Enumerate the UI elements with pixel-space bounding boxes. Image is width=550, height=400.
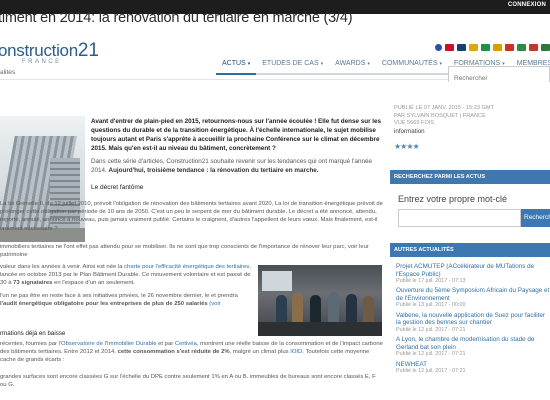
ioid-link[interactable]: IOID — [290, 349, 302, 355]
paragraph-6: grandes surfaces sont encore classées G … — [0, 374, 376, 389]
author-line[interactable]: PAR SYLVAIN BOSQUET | FRANCE — [394, 113, 494, 121]
flag-ro-icon[interactable] — [505, 44, 514, 51]
charte-link[interactable]: charte pour l'efficacité énergétique des… — [124, 264, 249, 270]
category-info[interactable]: information — [394, 128, 494, 136]
paragraph-4: l'un ne pas être en reste face à ses ini… — [0, 293, 238, 308]
logo-number: 21 — [77, 40, 99, 61]
news-title-link[interactable]: Valbene, la nouvelle application de Suez… — [396, 312, 550, 327]
news-date: Publié le 12 juil. 2017 - 07:21 — [396, 326, 466, 333]
flag-eu-icon[interactable] — [435, 44, 442, 51]
rating-stars[interactable]: ★★★★ — [394, 142, 420, 151]
flag-lt-icon[interactable] — [517, 44, 526, 51]
certivea-link[interactable]: Certivéa — [175, 341, 197, 347]
article-intro: Avant d'entrer de plain-pied en 2015, re… — [91, 118, 382, 152]
flag-dz-icon[interactable] — [541, 44, 550, 51]
site-logo[interactable]: onstruction21 FRANCE — [0, 40, 99, 65]
flag-fr-icon[interactable] — [445, 44, 454, 51]
section-heading-decret: Le décret fantôme — [91, 184, 144, 191]
search-news-heading: RECHERCHEZ PARMI LES ACTUS — [390, 170, 550, 184]
flag-de-icon[interactable] — [493, 44, 502, 51]
view-count: VUE 5669 FOIS — [394, 120, 435, 126]
paragraph-3: valeur dans les années à venir. Ainsi es… — [0, 264, 251, 287]
connexion-link[interactable]: CONNEXION — [508, 2, 546, 8]
news-title-link[interactable]: NEWHEAT — [396, 361, 550, 369]
article-series-note: Dans cette série d'articles, Constructio… — [91, 158, 373, 174]
header-search — [448, 66, 550, 86]
flag-ma-icon[interactable] — [529, 44, 538, 51]
logo-subtitle: FRANCE — [22, 59, 62, 65]
article-title: timent en 2014: la rénovation du tertiai… — [0, 10, 353, 26]
news-item[interactable]: A Lyon, le chambre de modernisation du s… — [396, 336, 550, 358]
news-title-link[interactable]: Projet ACMUTEP (ACcélérateur de MUTation… — [396, 263, 550, 278]
news-item[interactable]: Ouverture du 5ème Symposium Africain du … — [396, 287, 550, 309]
flag-es-icon[interactable] — [469, 44, 478, 51]
article-meta: PUBLIÉ LE 07 JANV. 2015 - 15:23 GMT PAR … — [394, 105, 494, 135]
breadcrumb[interactable]: alites — [0, 69, 15, 76]
flag-it-icon[interactable] — [481, 44, 490, 51]
news-date: Publié le 13 juil. 2017 - 00:00 — [396, 302, 466, 309]
flag-en-icon[interactable] — [457, 44, 466, 51]
paragraph-1: La loi Grenelle II, du 12 juillet 2010, … — [0, 201, 383, 232]
language-flags — [435, 44, 550, 51]
search-input[interactable] — [449, 71, 549, 86]
publish-date: PUBLIÉ LE 07 JANV. 2015 - 15:23 GMT — [394, 105, 494, 111]
search-button[interactable]: Recherche — [521, 209, 550, 227]
article-photo-meeting — [258, 265, 382, 336]
news-item[interactable]: Valbene, la nouvelle application de Suez… — [396, 312, 550, 334]
logo-name: onstruction — [0, 41, 78, 60]
news-item[interactable]: NEWHEAT Publié le 12 juil. 2017 - 07:21 — [396, 361, 550, 376]
news-title-link[interactable]: Ouverture du 5ème Symposium Africain du … — [396, 287, 550, 302]
news-date: Publié le 17 juil. 2017 - 07:13 — [396, 278, 466, 284]
other-news-heading: AUTRES ACTUALITÉS — [390, 243, 550, 257]
news-item[interactable]: Projet ACMUTEP (ACcélérateur de MUTation… — [396, 263, 550, 285]
observatoire-link[interactable]: l'Observatoire de l'Immobilier Durable — [59, 341, 157, 347]
keyword-input[interactable] — [398, 209, 521, 227]
news-date: Publié le 12 juil. 2017 - 07:21 — [396, 368, 466, 375]
voir-link[interactable]: (voir — [208, 301, 220, 307]
paragraph-5: récentes, fournies par l'Observatoire de… — [0, 341, 383, 364]
news-title-link[interactable]: A Lyon, le chambre de modernisation du s… — [396, 336, 550, 351]
news-list: Projet ACMUTEP (ACcélérateur de MUTation… — [396, 263, 550, 377]
section-heading-consommations: rmations déjà en baisse — [0, 330, 66, 337]
news-date: Publié le 12 juil. 2017 - 07:21 — [396, 351, 466, 358]
paragraph-2: immobiliers tertiaires ne l'ont effet pa… — [0, 244, 369, 259]
search-keyword-label: Entrez votre propre mot-clé — [398, 194, 508, 204]
